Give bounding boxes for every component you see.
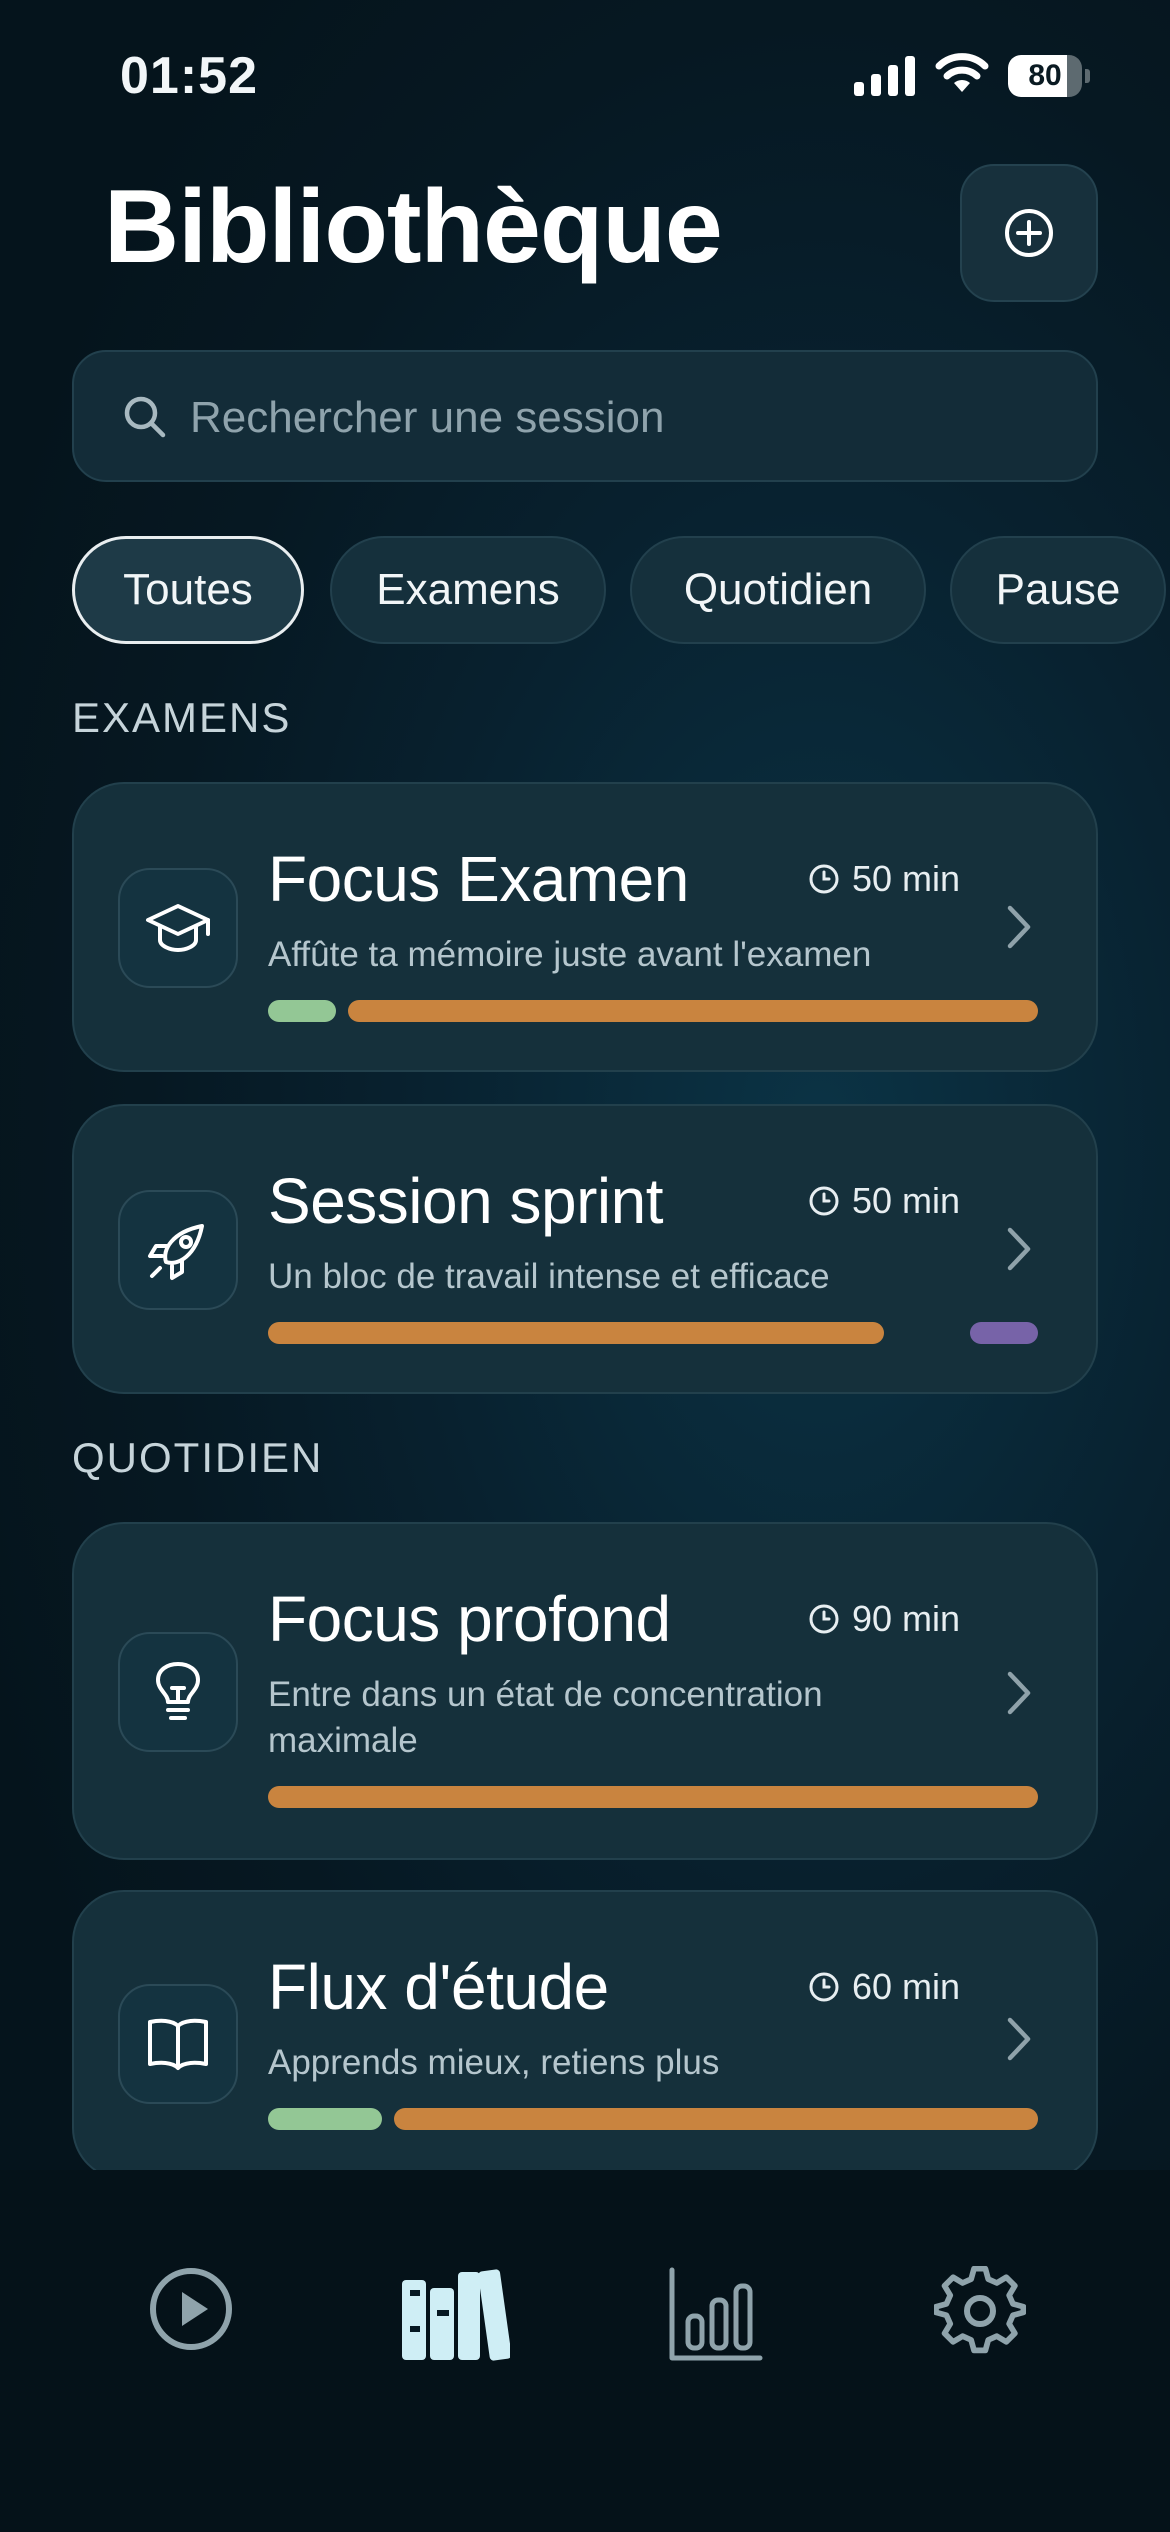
graduation-cap-icon: [146, 904, 210, 952]
search-bar[interactable]: [72, 350, 1098, 482]
card-icon-container: [118, 1984, 238, 2104]
battery-level: 80: [1028, 59, 1062, 92]
phase-bar-focus: [394, 2108, 1038, 2130]
card-title: Session sprint: [268, 1165, 663, 1237]
phase-bar-focus: [268, 1322, 884, 1344]
chevron-right-icon: [1007, 905, 1031, 949]
card-description: Affûte ta mémoire juste avant l'examen: [268, 935, 872, 974]
phase-bar-warmup: [268, 1000, 336, 1022]
card-duration-label: 50 min: [851, 1180, 960, 1221]
tab-library[interactable]: [400, 2266, 510, 2362]
wifi-icon: [935, 53, 989, 92]
card-duration: 50 min: [808, 1180, 960, 1222]
page-title: Bibliothèque: [104, 169, 723, 285]
filter-chip-pause[interactable]: Pause: [950, 536, 1166, 644]
card-title: Focus Examen: [268, 843, 689, 915]
section-header-quotidien: QUOTIDIEN: [72, 1434, 324, 1481]
battery-indicator: 80: [1008, 55, 1090, 97]
clock-icon: [809, 1604, 839, 1634]
card-description: Apprends mieux, retiens plus: [268, 2043, 720, 2082]
chevron-right-icon: [1007, 2017, 1031, 2061]
status-bar: 01:52 80: [0, 0, 1170, 150]
tab-settings[interactable]: [934, 2266, 1026, 2358]
filter-chip-toutes[interactable]: Toutes: [72, 536, 304, 644]
clock-icon: [809, 864, 839, 894]
card-title: Flux d'étude: [268, 1951, 609, 2023]
add-session-button[interactable]: [960, 164, 1098, 302]
play-circle-icon: [150, 2268, 232, 2350]
card-duration-label: 60 min: [851, 1966, 960, 2007]
session-card-flux-etude[interactable]: Flux d'étude 60 min Apprends mieux, reti…: [72, 1890, 1098, 2180]
tab-play[interactable]: [148, 2266, 234, 2352]
library-icon: [402, 2269, 510, 2361]
gear-icon: [934, 2266, 1026, 2354]
open-book-icon: [148, 2018, 208, 2070]
search-input[interactable]: [190, 382, 1070, 454]
card-description: Un bloc de travail intense et efficace: [268, 1257, 830, 1296]
card-duration-label: 90 min: [851, 1598, 960, 1639]
clock-icon: [809, 1972, 839, 2002]
card-duration-label: 50 min: [851, 858, 960, 899]
card-description: Entre dans un état de concentration maxi…: [268, 1675, 823, 1760]
session-card-focus-profond[interactable]: Focus profond 90 min Entre dans un état …: [72, 1522, 1098, 1860]
phase-bar-focus: [268, 1786, 1038, 1808]
card-icon-container: [118, 868, 238, 988]
lightbulb-icon: [156, 1662, 200, 1720]
filter-chip-quotidien[interactable]: Quotidien: [630, 536, 926, 644]
phase-bar-warmup: [268, 2108, 382, 2130]
filter-chip-examens[interactable]: Examens: [330, 536, 606, 644]
card-icon-container: [118, 1632, 238, 1752]
status-time: 01:52: [120, 47, 258, 105]
cellular-signal-icon: [854, 56, 915, 96]
chevron-right-icon: [1007, 1671, 1031, 1715]
card-duration: 50 min: [808, 858, 960, 900]
section-header-examens: EXAMENS: [72, 694, 292, 741]
card-icon-container: [118, 1190, 238, 1310]
search-icon: [124, 396, 166, 438]
bar-chart-icon: [669, 2267, 763, 2361]
rocket-icon: [148, 1224, 204, 1280]
session-card-focus-examen[interactable]: Focus Examen 50 min Affûte ta mémoire ju…: [72, 782, 1098, 1072]
chevron-right-icon: [1007, 1227, 1031, 1271]
card-duration: 60 min: [808, 1966, 960, 2008]
plus-circle-icon: [1005, 209, 1053, 257]
clock-icon: [809, 1186, 839, 1216]
card-duration: 90 min: [808, 1598, 960, 1640]
session-card-session-sprint[interactable]: Session sprint 50 min Un bloc de travail…: [72, 1104, 1098, 1394]
card-title: Focus profond: [268, 1583, 671, 1655]
phase-bar-focus: [348, 1000, 1038, 1022]
phase-bar-cooldown: [970, 1322, 1038, 1344]
tab-stats[interactable]: [668, 2266, 764, 2362]
